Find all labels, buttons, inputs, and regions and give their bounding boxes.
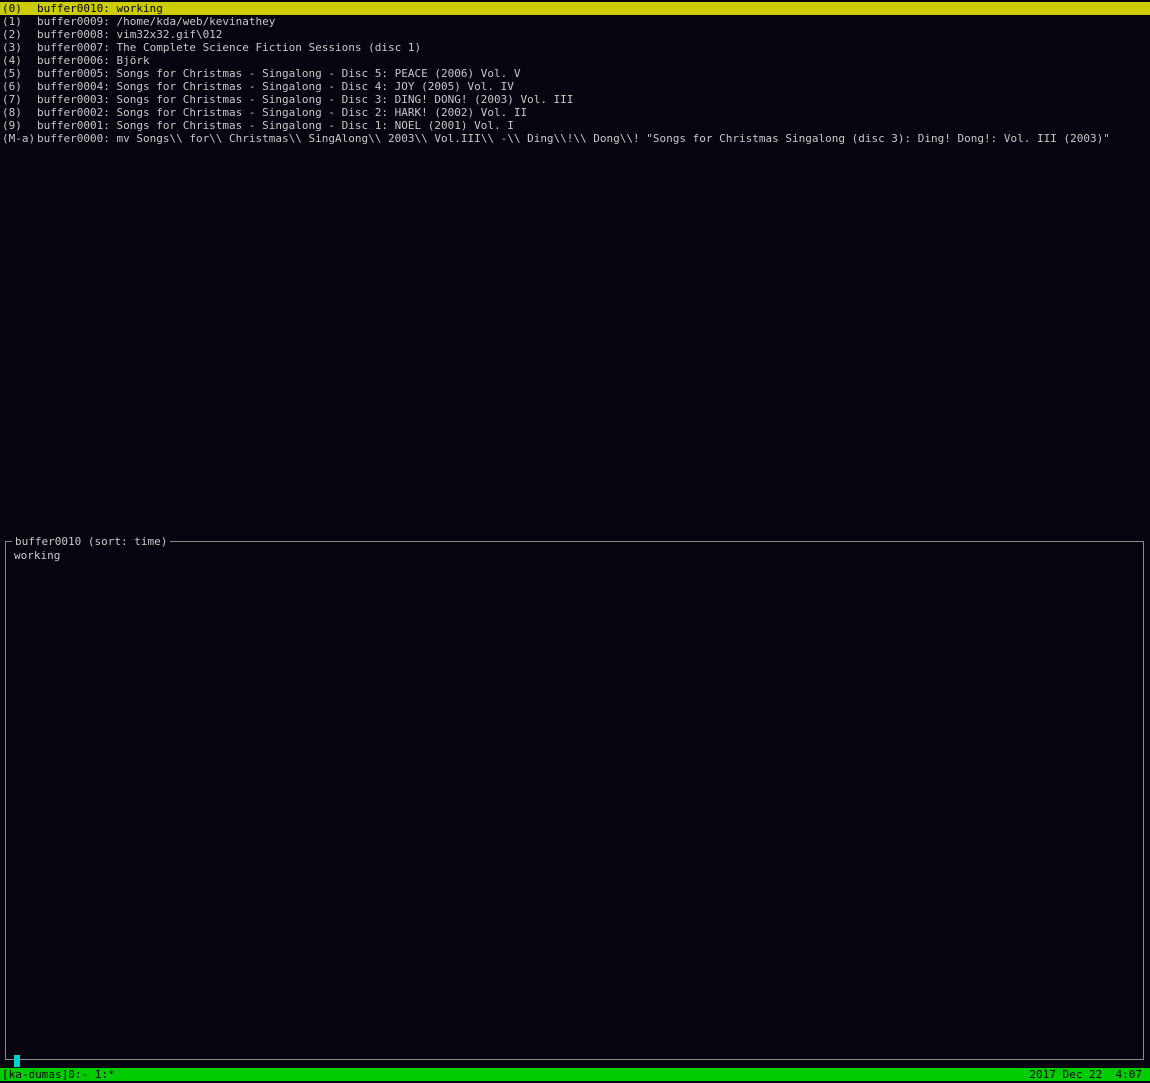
preview-pane: buffer0010 (sort: time) working bbox=[5, 535, 1144, 1060]
status-datetime: 2017 Dec 22 4:07 bbox=[1029, 1068, 1142, 1081]
buffer-row-5[interactable]: (5) buffer0005: Songs for Christmas - Si… bbox=[0, 67, 1150, 80]
buffer-entry: buffer0007: The Complete Science Fiction… bbox=[37, 41, 422, 54]
session-window-list[interactable]: [ka-dumas]0:- 1:* bbox=[2, 1068, 115, 1081]
buffer-entry: buffer0008: vim32x32.gif\012 bbox=[37, 28, 223, 41]
buffer-entry: buffer0009: /home/kda/web/kevinathey bbox=[37, 15, 276, 28]
buffer-key: (2) bbox=[2, 28, 22, 41]
buffer-entry: buffer0004: Songs for Christmas - Singal… bbox=[37, 80, 514, 93]
buffer-key: (5) bbox=[2, 67, 22, 80]
buffer-key: (0) bbox=[2, 2, 22, 15]
buffer-key: (3) bbox=[2, 41, 22, 54]
buffer-entry: buffer0002: Songs for Christmas - Singal… bbox=[37, 106, 528, 119]
buffer-key: (7) bbox=[2, 93, 22, 106]
buffer-entry: buffer0010: working bbox=[37, 2, 163, 15]
buffer-row-3[interactable]: (3) buffer0007: The Complete Science Fic… bbox=[0, 41, 1150, 54]
buffer-entry: buffer0001: Songs for Christmas - Singal… bbox=[37, 119, 514, 132]
buffer-row-1[interactable]: (1) buffer0009: /home/kda/web/kevinathey bbox=[0, 15, 1150, 28]
terminal-cursor bbox=[14, 1055, 20, 1067]
buffer-key: (9) bbox=[2, 119, 22, 132]
buffer-key: (6) bbox=[2, 80, 22, 93]
buffer-row-8[interactable]: (8) buffer0002: Songs for Christmas - Si… bbox=[0, 106, 1150, 119]
buffer-entry: buffer0006: Björk bbox=[37, 54, 150, 67]
buffer-entry: buffer0003: Songs for Christmas - Singal… bbox=[37, 93, 574, 106]
preview-content: working bbox=[14, 549, 61, 562]
buffer-key: (8) bbox=[2, 106, 22, 119]
tmux-status-bar: [ka-dumas]0:- 1:* 2017 Dec 22 4:07 bbox=[0, 1068, 1150, 1081]
buffer-list: (0) buffer0010: working (1) buffer0009: … bbox=[0, 2, 1150, 145]
buffer-key: (4) bbox=[2, 54, 22, 67]
buffer-row-9[interactable]: (9) buffer0001: Songs for Christmas - Si… bbox=[0, 119, 1150, 132]
buffer-key: (1) bbox=[2, 15, 22, 28]
preview-title: buffer0010 (sort: time) bbox=[12, 535, 171, 548]
buffer-row-6[interactable]: (6) buffer0004: Songs for Christmas - Si… bbox=[0, 80, 1150, 93]
buffer-row-4[interactable]: (4) buffer0006: Björk bbox=[0, 54, 1150, 67]
buffer-row-10[interactable]: (M-a) buffer0000: mv Songs\\ for\\ Chris… bbox=[0, 132, 1150, 145]
buffer-row-7[interactable]: (7) buffer0003: Songs for Christmas - Si… bbox=[0, 93, 1150, 106]
buffer-entry: buffer0005: Songs for Christmas - Singal… bbox=[37, 67, 521, 80]
buffer-key: (M-a) bbox=[2, 132, 36, 145]
buffer-entry: buffer0000: mv Songs\\ for\\ Christmas\\… bbox=[37, 132, 1110, 145]
buffer-row-0[interactable]: (0) buffer0010: working bbox=[0, 2, 1150, 15]
buffer-row-2[interactable]: (2) buffer0008: vim32x32.gif\012 bbox=[0, 28, 1150, 41]
